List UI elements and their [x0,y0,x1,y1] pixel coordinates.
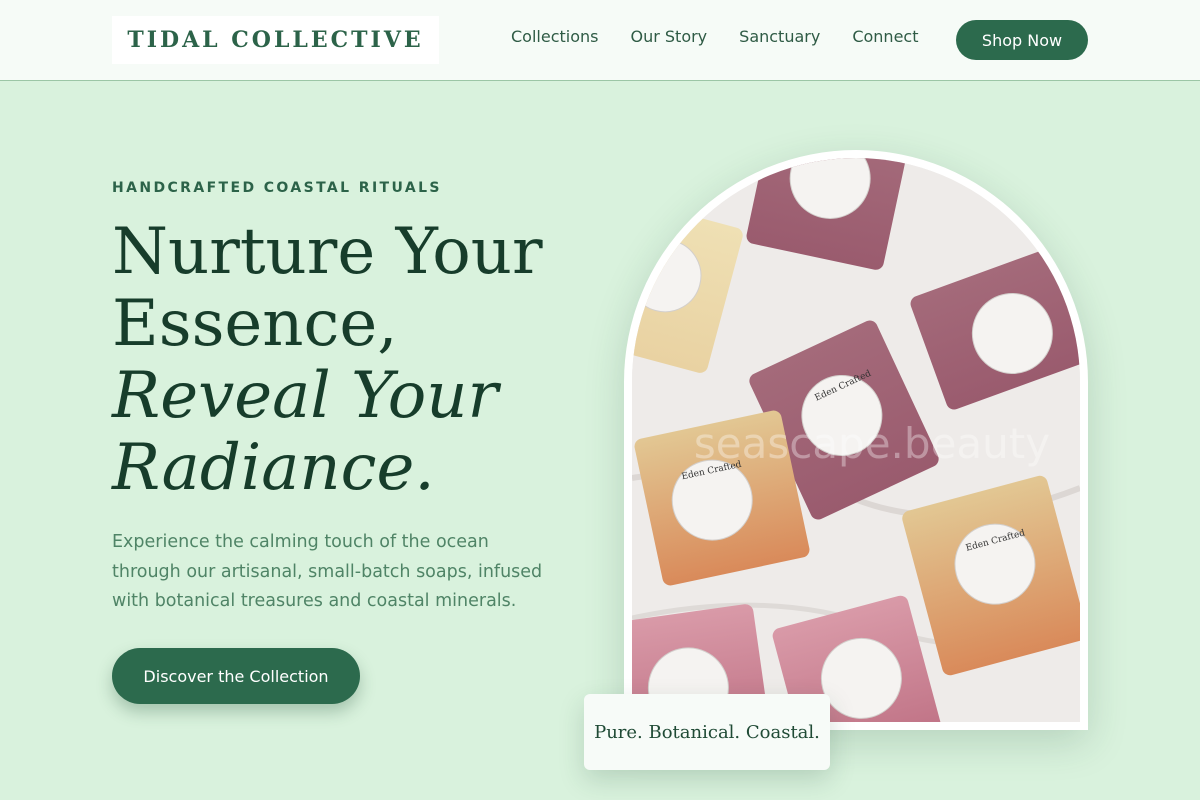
hero-eyebrow: HANDCRAFTED COASTAL RITUALS [112,180,442,196]
headline-line-2: Essence, [112,287,398,361]
hero-description: Experience the calming touch of the ocea… [112,532,543,611]
discover-collection-button[interactable]: Discover the Collection [112,648,360,704]
nav-link-our-story[interactable]: Our Story [630,27,707,46]
headline-line-1: Nurture Your [112,215,543,289]
shop-now-button[interactable]: Shop Now [956,20,1088,60]
main-nav: Collections Our Story Sanctuary Connect [511,27,950,46]
headline-line-3: Reveal Your [112,359,499,433]
site-header: TIDAL COLLECTIVE Collections Our Story S… [0,0,1200,81]
headline-line-4: Radiance. [112,431,435,505]
image-watermark: seascape.beauty [694,419,1050,468]
nav-link-sanctuary[interactable]: Sanctuary [739,27,820,46]
hero-headline: Nurture Your Essence, Reveal Your Radian… [112,216,592,504]
nav-link-collections[interactable]: Collections [511,27,598,46]
tagline-card: Pure. Botanical. Coastal. [584,694,830,770]
soap-bars-photo: Eden Crafted Eden Crafted Eden Crafted s… [632,158,1080,722]
nav-link-connect[interactable]: Connect [852,27,918,46]
hero-image-frame: Eden Crafted Eden Crafted Eden Crafted s… [624,150,1088,730]
brand-logo[interactable]: TIDAL COLLECTIVE [112,16,439,64]
